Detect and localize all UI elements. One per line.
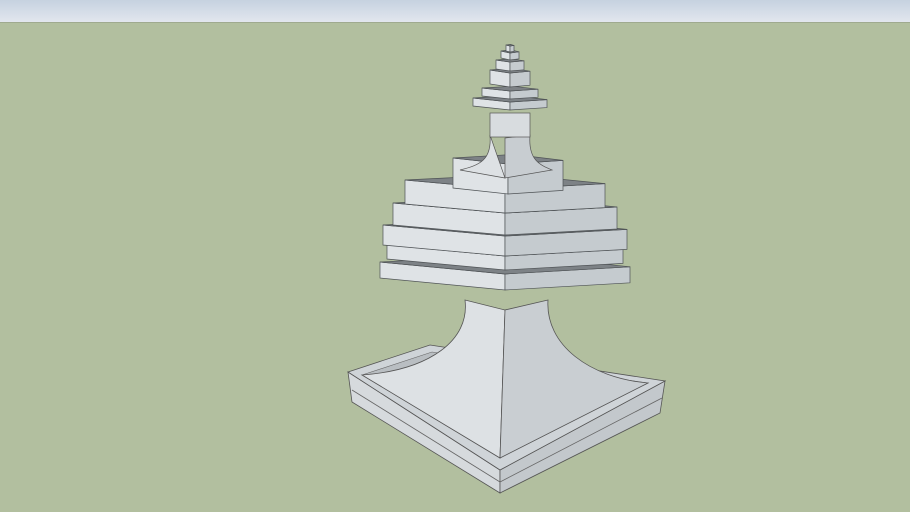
spire-neck (459, 112, 554, 179)
stupa-3d-model-viewport[interactable] (0, 0, 910, 512)
spire-tiers (472, 44, 548, 111)
spire-tier-4-right-face (509, 60, 525, 72)
spire-tier-3-right-face (509, 70, 531, 88)
spire-tier-6-right-face (509, 44, 515, 53)
